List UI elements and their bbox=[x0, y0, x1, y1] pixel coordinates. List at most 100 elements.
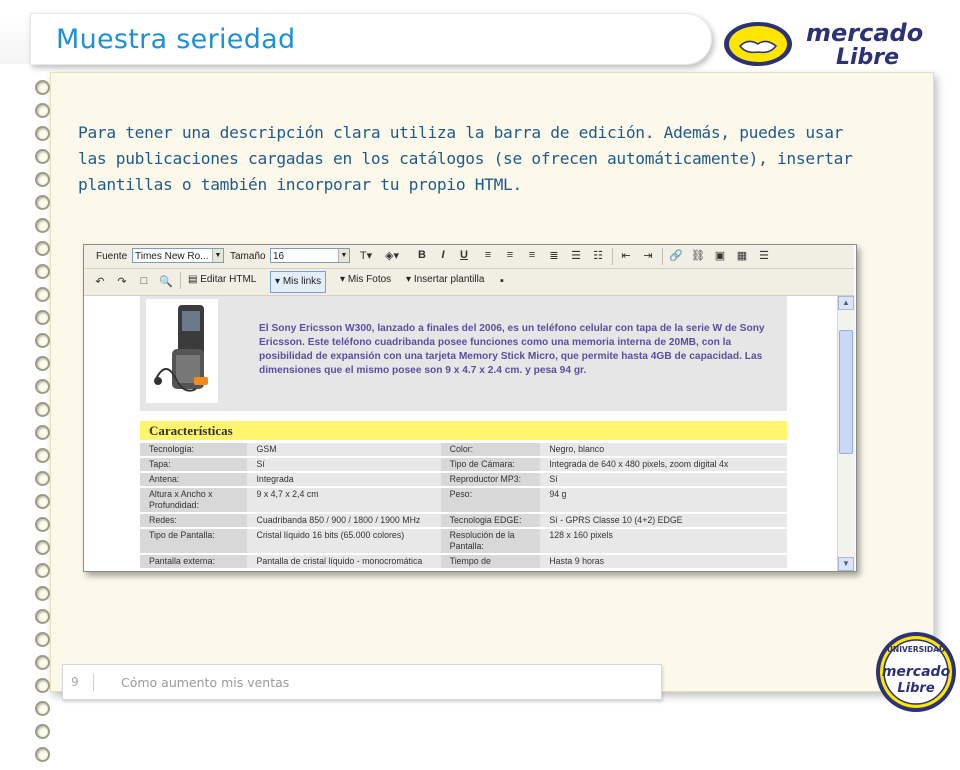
spec-label: Tipo de Pantalla: bbox=[140, 528, 248, 555]
bullet-list-icon[interactable]: ☷ bbox=[590, 249, 606, 262]
notebook-ring bbox=[35, 310, 50, 325]
size-select[interactable]: 16 ▼ bbox=[270, 248, 350, 263]
spec-label: Reproductor MP3: bbox=[440, 472, 541, 488]
my-links-label: Mis links bbox=[282, 276, 322, 287]
product-intro: El Sony Ericsson W300, lanzado a finales… bbox=[140, 296, 787, 411]
notebook-ring bbox=[35, 103, 50, 118]
slide-title: Muestra seriedad bbox=[56, 24, 296, 55]
new-document-icon[interactable]: □ bbox=[136, 275, 152, 287]
notebook-ring bbox=[35, 448, 50, 463]
notebook-ring bbox=[35, 149, 50, 164]
notebook-ring bbox=[35, 379, 50, 394]
preview-icon[interactable]: 🔍 bbox=[158, 275, 174, 288]
notebook-ring bbox=[35, 241, 50, 256]
horizontal-rule-icon[interactable]: ☰ bbox=[756, 249, 772, 262]
table-row: Tecnología: GSM Color: Negro, blanco bbox=[140, 443, 787, 458]
spec-label: Peso: bbox=[440, 487, 541, 514]
insert-template-button[interactable]: ▾ Insertar plantilla bbox=[406, 274, 484, 285]
align-left-icon[interactable]: ≡ bbox=[480, 249, 496, 261]
badge-text-top: UNIVERSIDAD bbox=[887, 645, 945, 654]
table-row: Pantalla externa: Pantalla de cristal líq… bbox=[140, 554, 787, 570]
toolbar-divider bbox=[180, 272, 181, 289]
mercadolibre-logo: mercado Libre bbox=[724, 19, 923, 70]
save-icon[interactable]: ▪ bbox=[494, 275, 510, 287]
notebook-rings bbox=[35, 80, 50, 770]
product-intro-text: El Sony Ericsson W300, lanzado a finales… bbox=[259, 323, 765, 376]
notebook-ring bbox=[35, 218, 50, 233]
specs-table: Tecnología: GSM Color: Negro, blanco Tapa: Sí… bbox=[140, 443, 787, 570]
spec-label: Tiempo de bbox=[440, 554, 541, 570]
unlink-icon[interactable]: ⛓ bbox=[690, 249, 706, 262]
spec-label: Tapa: bbox=[140, 457, 248, 473]
italic-icon[interactable]: I bbox=[435, 249, 451, 261]
notebook-ring bbox=[35, 195, 50, 210]
table-row: Redes: Cuadribanda 850 / 900 / 1800 / 190… bbox=[140, 513, 787, 529]
my-photos-button[interactable]: ▾ Mis Fotos bbox=[340, 274, 391, 285]
notebook-ring bbox=[35, 701, 50, 716]
table-icon[interactable]: ▦ bbox=[734, 249, 750, 262]
spec-value: Sí bbox=[540, 472, 787, 488]
highlight-color-icon[interactable]: ◈▾ bbox=[384, 249, 400, 262]
spec-label: Altura x Ancho x Profundidad: bbox=[140, 487, 248, 514]
spec-label: Tecnologia EDGE: bbox=[440, 513, 541, 529]
undo-icon[interactable]: ↶ bbox=[92, 275, 108, 288]
align-center-icon[interactable]: ≡ bbox=[502, 249, 518, 261]
editor-screenshot: Fuente Times New Ro... ▼ Tamaño 16 ▼ T▾ … bbox=[83, 244, 857, 572]
my-links-button[interactable]: ▾ Mis links bbox=[270, 271, 327, 293]
spec-value: 128 x 160 pixels bbox=[540, 528, 787, 555]
phone-image bbox=[146, 299, 218, 403]
spec-label: Color: bbox=[440, 443, 541, 458]
justify-icon[interactable]: ≣ bbox=[546, 249, 562, 262]
page-number: 9 bbox=[71, 675, 79, 689]
spec-value: 9 x 4,7 x 2,4 cm bbox=[247, 487, 441, 514]
text-color-icon[interactable]: T▾ bbox=[358, 249, 374, 262]
image-icon[interactable]: ▣ bbox=[712, 249, 728, 262]
notebook-ring bbox=[35, 425, 50, 440]
scroll-up-button[interactable]: ▲ bbox=[838, 296, 854, 310]
chevron-down-icon: ▼ bbox=[338, 249, 349, 262]
scroll-down-button[interactable]: ▼ bbox=[838, 557, 854, 571]
redo-icon[interactable]: ↷ bbox=[114, 275, 130, 288]
notebook-ring bbox=[35, 287, 50, 302]
notebook-ring bbox=[35, 402, 50, 417]
badge-text-bottom: Libre bbox=[897, 681, 934, 696]
font-select[interactable]: Times New Ro... ▼ bbox=[132, 248, 224, 263]
spec-value: Hasta 9 horas bbox=[540, 554, 787, 570]
link-icon[interactable]: 🔗 bbox=[668, 249, 684, 262]
editor-content[interactable]: El Sony Ericsson W300, lanzado a finales… bbox=[84, 296, 854, 571]
notebook-ring bbox=[35, 586, 50, 601]
spec-value: 94 g bbox=[540, 487, 787, 514]
toolbar-divider bbox=[662, 248, 663, 265]
underline-icon[interactable]: U bbox=[456, 249, 472, 261]
spec-label: Antena: bbox=[140, 472, 248, 488]
notebook-ring bbox=[35, 333, 50, 348]
notebook-ring bbox=[35, 471, 50, 486]
scroll-thumb[interactable] bbox=[839, 330, 853, 454]
spec-label: Pantalla externa: bbox=[140, 554, 248, 570]
indent-icon[interactable]: ⇥ bbox=[640, 249, 656, 262]
editor-scrollbar[interactable]: ▲ ▼ bbox=[837, 296, 855, 571]
ordered-list-icon[interactable]: ☰ bbox=[568, 249, 584, 262]
notebook-ring bbox=[35, 172, 50, 187]
spec-label: Tipo de Cámara: bbox=[440, 457, 541, 473]
bold-icon[interactable]: B bbox=[414, 249, 430, 261]
universidad-mercadolibre-badge: UNIVERSIDAD mercado Libre bbox=[876, 632, 956, 712]
notebook-ring bbox=[35, 747, 50, 762]
spec-value: Sí bbox=[247, 457, 441, 473]
edit-html-label: Editar HTML bbox=[200, 274, 257, 285]
size-select-value: 16 bbox=[273, 251, 285, 262]
slide-footer: 9 Cómo aumento mis ventas bbox=[62, 664, 662, 700]
table-row: Tipo de Pantalla: Cristal líquido 16 bits… bbox=[140, 528, 787, 555]
toolbar-divider bbox=[612, 248, 613, 265]
notebook-ring bbox=[35, 126, 50, 141]
align-right-icon[interactable]: ≡ bbox=[524, 249, 540, 261]
table-row: Tapa: Sí Tipo de Cámara: Integrada de 640 x… bbox=[140, 457, 787, 473]
spec-label: Tecnología: bbox=[140, 443, 248, 458]
edit-html-button[interactable]: ▤ Editar HTML bbox=[188, 274, 256, 285]
size-label: Tamaño bbox=[230, 251, 266, 262]
footer-title: Cómo aumento mis ventas bbox=[121, 675, 290, 690]
table-row: Altura x Ancho x Profundidad: 9 x 4,7 x 2… bbox=[140, 487, 787, 514]
outdent-icon[interactable]: ⇤ bbox=[618, 249, 634, 262]
editor-toolbar-format: Fuente Times New Ro... ▼ Tamaño 16 ▼ T▾ … bbox=[84, 245, 854, 269]
notebook-ring bbox=[35, 494, 50, 509]
